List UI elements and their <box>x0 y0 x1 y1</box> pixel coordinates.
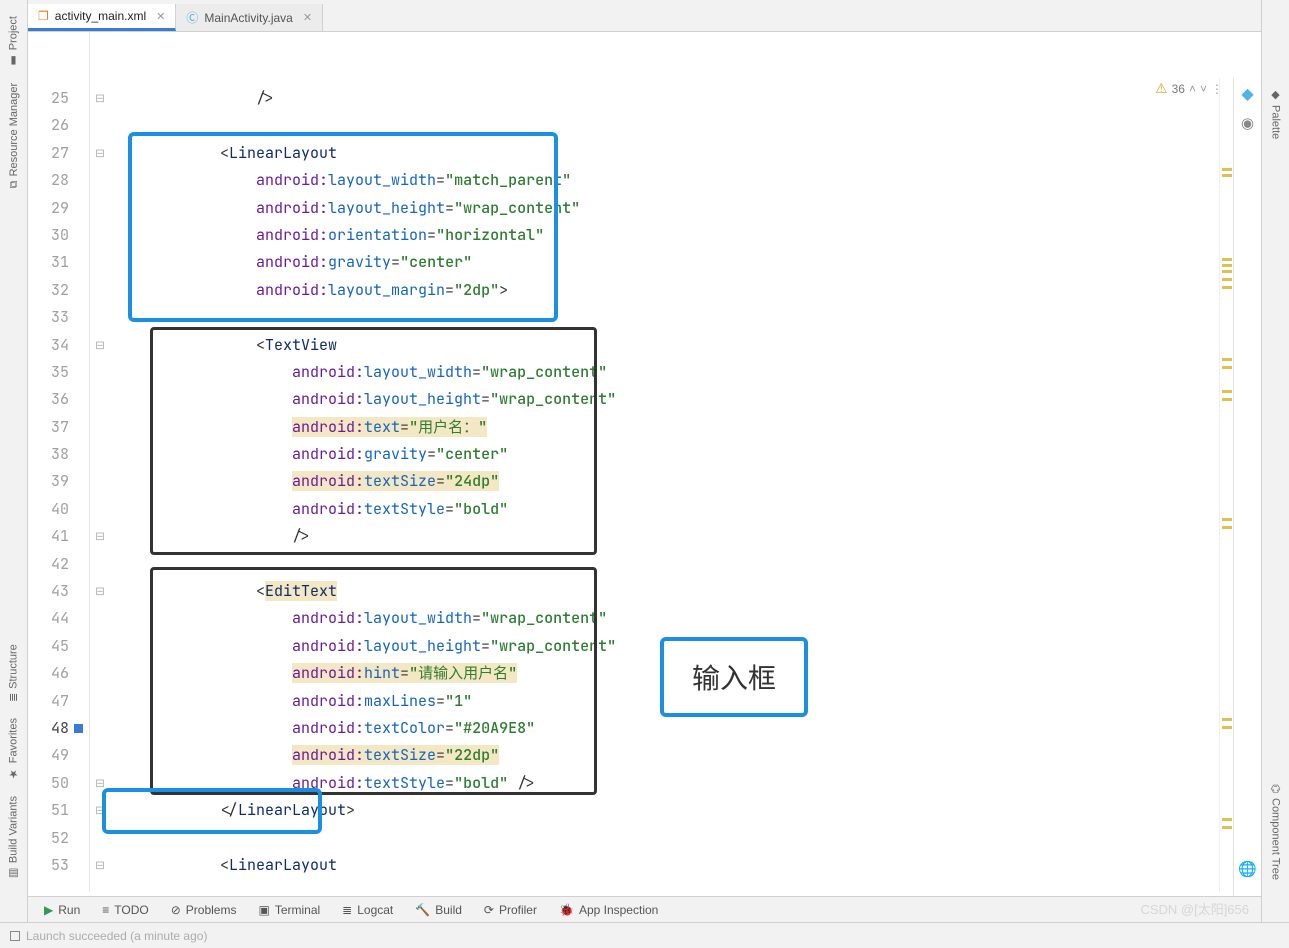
code-line <box>148 551 1233 578</box>
build-icon: 🔨 <box>415 903 430 917</box>
code-line <box>148 112 1233 139</box>
code-line: android:layout_height="wrap_content" <box>148 386 1233 413</box>
profiler-icon: ⟳ <box>484 903 494 917</box>
tool-window-problems[interactable]: ⊘Problems <box>161 900 247 920</box>
warning-icon: ⚠ <box>1155 80 1168 97</box>
terminal-icon: ▣ <box>258 903 269 917</box>
watermark: CSDN @[太阳]656 <box>1140 899 1249 918</box>
editor-tabs: ❐ activity_main.xml ✕ Ⓒ MainActivity.jav… <box>28 4 1261 32</box>
layers-icon[interactable]: ◆ <box>1241 84 1253 104</box>
tool-window-logcat[interactable]: ≣Logcat <box>332 900 403 920</box>
tool-window-app-inspection[interactable]: 🐞App Inspection <box>549 900 668 920</box>
code-line: android:orientation="horizontal" <box>148 222 1233 249</box>
code-line: <LinearLayout <box>148 140 1233 167</box>
logcat-icon: ≣ <box>342 903 352 917</box>
tool-window-structure[interactable]: ≣Structure <box>7 644 20 702</box>
error-stripe[interactable] <box>1219 78 1233 892</box>
code-line: android:textSize="22dp" <box>148 742 1233 769</box>
xml-file-icon: ❐ <box>38 9 49 23</box>
tool-window-terminal[interactable]: ▣Terminal <box>248 900 330 920</box>
status-message: Launch succeeded (a minute ago) <box>26 929 207 943</box>
tab-main-activity[interactable]: Ⓒ MainActivity.java ✕ <box>176 4 323 31</box>
tool-window-build-variants[interactable]: ▤Build Variants <box>7 796 20 880</box>
fold-gutter[interactable]: ⊟⊟⊟⊟⊟⊟⊟⊟ <box>90 32 110 892</box>
code-line <box>148 304 1233 331</box>
tool-window-profiler[interactable]: ⟳Profiler <box>474 900 547 920</box>
close-icon[interactable]: ✕ <box>303 11 312 24</box>
globe-icon[interactable]: 🌐 <box>1238 860 1257 878</box>
java-class-icon: Ⓒ <box>186 9 198 26</box>
inspect-icon: 🐞 <box>559 903 574 917</box>
tab-label: activity_main.xml <box>55 9 146 23</box>
code-line: android:layout_width="wrap_content" <box>148 359 1233 386</box>
prev-highlight-icon[interactable]: ˄ <box>1189 82 1196 96</box>
eye-icon[interactable]: ◉ <box>1241 114 1254 132</box>
status-bar: Launch succeeded (a minute ago) <box>0 922 1289 948</box>
code-line: <EditText <box>148 578 1233 605</box>
tool-window-build[interactable]: 🔨Build <box>405 900 472 920</box>
tool-window-component-tree[interactable]: ⌬Component Tree <box>1269 784 1282 880</box>
annotation-callout: 输入框 <box>660 637 808 717</box>
bottom-tool-window-bar: ▶Run ≡TODO ⊘Problems ▣Terminal ≣Logcat 🔨… <box>28 896 1261 922</box>
tab-activity-main[interactable]: ❐ activity_main.xml ✕ <box>28 4 176 31</box>
tool-window-favorites[interactable]: ★Favorites <box>7 718 20 780</box>
inspection-summary[interactable]: ⚠ 36 ˄ ˅ ⋮ <box>1155 80 1223 97</box>
code-line: <LinearLayout <box>148 852 1233 879</box>
code-line: android:textStyle="bold" /> <box>148 770 1233 797</box>
tab-label: MainActivity.java <box>204 11 292 25</box>
tool-window-todo[interactable]: ≡TODO <box>92 900 158 920</box>
tool-window-run[interactable]: ▶Run <box>34 900 90 920</box>
code-content[interactable]: /> <LinearLayout android:layout_width="m… <box>110 32 1233 892</box>
code-line: android:gravity="center" <box>148 441 1233 468</box>
code-line: android:layout_margin="2dp"> <box>148 277 1233 304</box>
tool-window-project[interactable]: ▮Project <box>7 16 20 67</box>
status-indicator-icon[interactable] <box>10 931 20 941</box>
code-line <box>148 825 1233 852</box>
code-line: android:text="用户名：" <box>148 414 1233 441</box>
code-line: android:textSize="24dp" <box>148 468 1233 495</box>
code-line: android:layout_height="wrap_content" <box>148 195 1233 222</box>
play-icon: ▶ <box>44 903 53 917</box>
tool-window-resource-manager[interactable]: ⧉Resource Manager <box>8 83 20 188</box>
tool-window-palette[interactable]: ◆Palette <box>1269 88 1282 139</box>
tree-icon: ⌬ <box>1269 784 1282 794</box>
left-tool-window-bar: ▮Project ⧉Resource Manager ≣Structure ★F… <box>0 0 28 948</box>
problems-icon: ⊘ <box>171 903 181 917</box>
next-highlight-icon[interactable]: ˅ <box>1200 82 1207 96</box>
code-line: android:layout_width="match_parent" <box>148 167 1233 194</box>
code-line: android:gravity="center" <box>148 249 1233 276</box>
line-number-gutter: 2526272829303132333435363738394041424344… <box>28 32 90 892</box>
code-line: android:layout_width="wrap_content" <box>148 605 1233 632</box>
resource-icon: ⧉ <box>8 181 20 189</box>
code-line: </LinearLayout> <box>148 797 1233 824</box>
star-icon: ★ <box>7 767 20 780</box>
warning-count: 36 <box>1172 82 1185 96</box>
structure-icon: ≣ <box>7 692 20 701</box>
close-icon[interactable]: ✕ <box>156 10 165 23</box>
code-line: android:textStyle="bold" <box>148 496 1233 523</box>
todo-icon: ≡ <box>102 903 109 917</box>
code-line: <TextView <box>148 332 1233 359</box>
right-tool-window-bar: ◆Palette ⌬Component Tree <box>1261 0 1289 948</box>
code-line: /> <box>148 85 1233 112</box>
code-editor[interactable]: 2526272829303132333435363738394041424344… <box>28 32 1233 892</box>
code-line: android:textColor="#20A9E8" <box>148 715 1233 742</box>
layout-actions-column: ◆ ◉ 🌐 <box>1233 78 1261 948</box>
variants-icon: ▤ <box>7 867 20 880</box>
folder-icon: ▮ <box>7 54 20 67</box>
palette-icon: ◆ <box>1269 88 1282 101</box>
code-line: /> <box>148 523 1233 550</box>
